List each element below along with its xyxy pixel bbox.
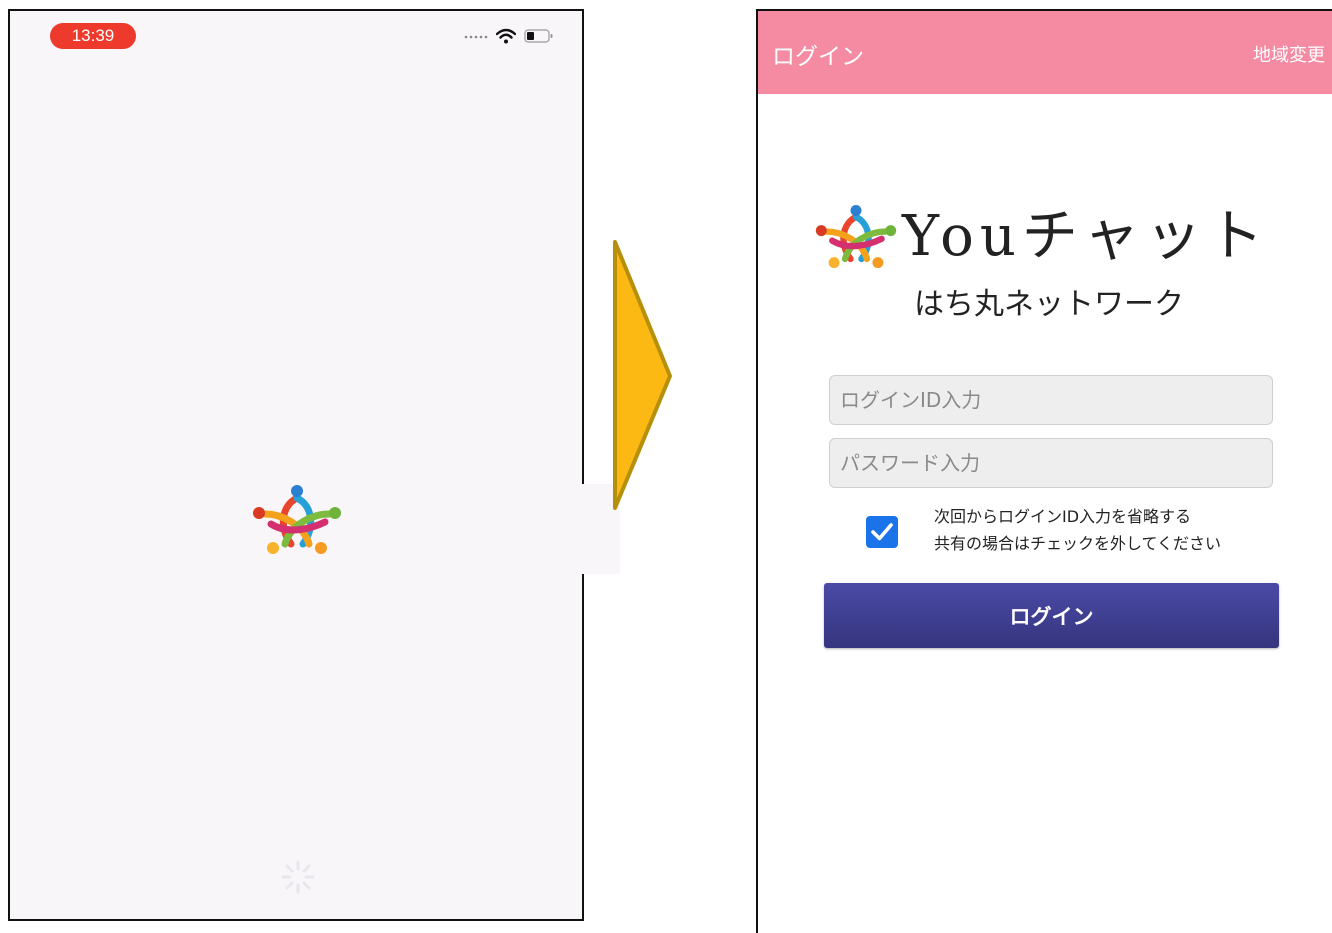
- checkmark-icon: [871, 523, 893, 541]
- status-bar-icons: [464, 27, 554, 45]
- app-logo-icon: [815, 205, 897, 269]
- loading-spinner-icon: [281, 860, 315, 894]
- change-region-button[interactable]: 地域変更: [1253, 41, 1325, 67]
- battery-icon: [524, 29, 553, 43]
- remember-label-line-1: 次回からログインID入力を省略する: [934, 507, 1192, 526]
- status-time: 13:39: [50, 23, 136, 49]
- page-title: ログイン: [772, 44, 864, 70]
- remember-login-label: 次回からログインID入力を省略する 共有の場合はチェックを外してください: [934, 503, 1221, 557]
- remember-label-line-2: 共有の場合はチェックを外してください: [934, 534, 1222, 553]
- wifi-icon: [496, 28, 516, 44]
- password-input[interactable]: [829, 438, 1273, 488]
- brand-subtitle: はち丸ネットワーク: [914, 287, 1184, 322]
- right-arrow-icon: [613, 240, 672, 510]
- remember-login-checkbox[interactable]: [866, 516, 898, 548]
- login-screen: ログイン 地域変更 Youチャット はち丸ネットワーク 次回からログインID: [756, 9, 1332, 933]
- login-button[interactable]: ログイン: [824, 583, 1279, 648]
- login-id-input[interactable]: [829, 375, 1273, 425]
- app-logo-icon: [253, 485, 341, 554]
- brand-header: Youチャット: [814, 197, 1269, 277]
- signal-dots-icon: [464, 35, 488, 39]
- brand-title: Youチャット: [902, 204, 1270, 269]
- app-bar: ログイン 地域変更: [758, 11, 1332, 94]
- splash-screen: 13:39: [8, 9, 584, 921]
